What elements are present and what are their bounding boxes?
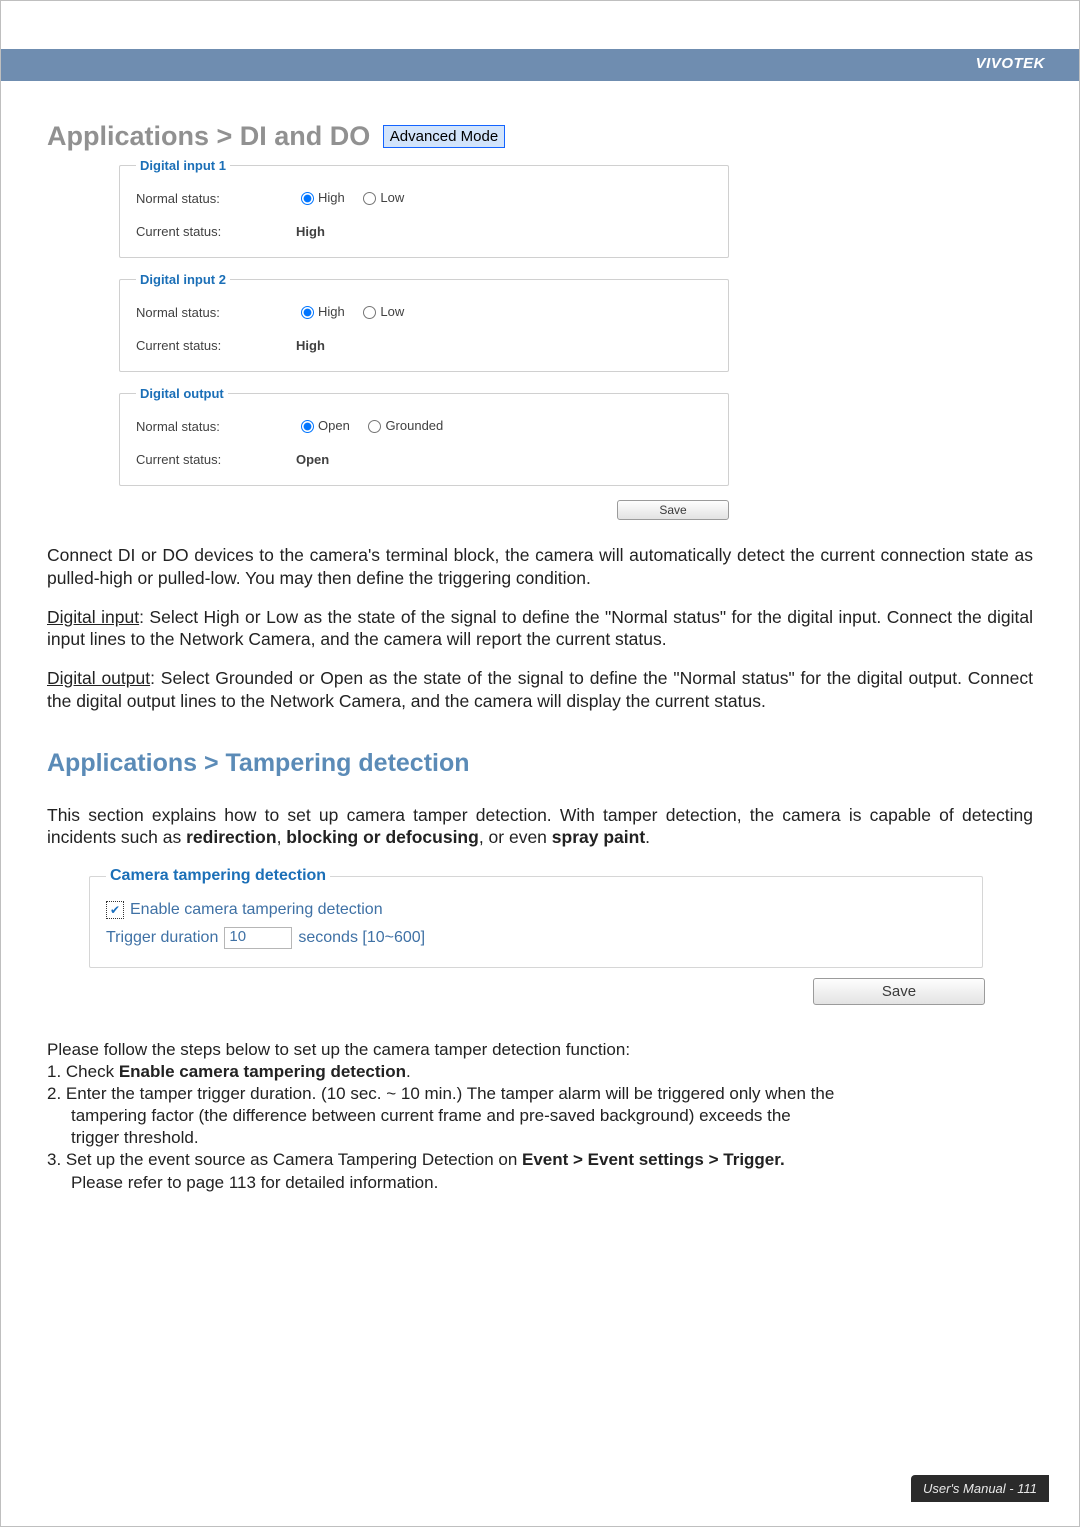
step2-line2: tampering factor (the difference between… xyxy=(47,1105,1033,1127)
step2-line1: 2. Enter the tamper trigger duration. (1… xyxy=(47,1083,1033,1105)
step3-a: 3. Set up the event source as Camera Tam… xyxy=(47,1150,522,1169)
step1-c: . xyxy=(406,1062,411,1081)
di2-legend: Digital input 2 xyxy=(136,272,230,287)
tamper-bold3: spray paint xyxy=(552,827,645,847)
enable-tamper-label: Enable camera tampering detection xyxy=(130,901,383,919)
di2-low-radio-input[interactable] xyxy=(363,306,376,319)
tamper-legend: Camera tampering detection xyxy=(106,867,330,885)
para-do: Digital output: Select Grounded or Open … xyxy=(47,667,1033,713)
para-di-text: : Select High or Low as the state of the… xyxy=(47,607,1033,650)
di1-high-label: High xyxy=(318,190,345,205)
tamper-fieldset: Camera tampering detection ✔ Enable came… xyxy=(89,867,983,968)
do-current-value: Open xyxy=(296,452,712,467)
do-current-label: Current status: xyxy=(136,452,296,467)
di2-normal-label: Normal status: xyxy=(136,305,296,320)
tamper-sep1: , xyxy=(277,827,287,847)
step3-b: Event > Event settings > Trigger. xyxy=(522,1150,785,1169)
trigger-duration-unit: seconds [10~600] xyxy=(298,929,425,947)
save-button-dido[interactable]: Save xyxy=(617,500,729,520)
digital-input-1: Digital input 1 Normal status: High Low … xyxy=(119,158,729,258)
step2-line3: trigger threshold. xyxy=(47,1127,1033,1149)
di2-high-label: High xyxy=(318,304,345,319)
step3: 3. Set up the event source as Camera Tam… xyxy=(47,1149,1033,1171)
do-legend: Digital output xyxy=(136,386,228,401)
do-grounded-radio[interactable]: Grounded xyxy=(363,417,443,433)
di2-high-radio[interactable]: High xyxy=(296,303,345,319)
di1-low-radio[interactable]: Low xyxy=(358,189,404,205)
trigger-duration-input[interactable]: 10 xyxy=(224,927,292,949)
di2-low-label: Low xyxy=(380,304,404,319)
do-open-radio[interactable]: Open xyxy=(296,417,350,433)
steps-block: Please follow the steps below to set up … xyxy=(47,1039,1033,1194)
di1-low-label: Low xyxy=(380,190,404,205)
step1: 1. Check Enable camera tampering detecti… xyxy=(47,1061,1033,1083)
di1-normal-label: Normal status: xyxy=(136,191,296,206)
tamper-intro: This section explains how to set up came… xyxy=(47,804,1033,850)
do-grounded-label: Grounded xyxy=(385,418,443,433)
brand-bar: VIVOTEK xyxy=(1,49,1079,81)
do-label-underline: Digital output xyxy=(47,668,150,688)
di2-high-radio-input[interactable] xyxy=(301,306,314,319)
para-di: Digital input: Select High or Low as the… xyxy=(47,606,1033,652)
digital-output: Digital output Normal status: Open Groun… xyxy=(119,386,729,486)
save-button-tamper[interactable]: Save xyxy=(813,978,985,1005)
di1-high-radio-input[interactable] xyxy=(301,192,314,205)
di1-legend: Digital input 1 xyxy=(136,158,230,173)
step3-line2: Please refer to page 113 for detailed in… xyxy=(47,1172,1033,1194)
di1-current-value: High xyxy=(296,224,712,239)
brand-name: VIVOTEK xyxy=(976,55,1045,72)
trigger-duration-label: Trigger duration xyxy=(106,929,218,947)
di1-current-label: Current status: xyxy=(136,224,296,239)
heading-tamper: Applications > Tampering detection xyxy=(47,749,1033,778)
di1-high-radio[interactable]: High xyxy=(296,189,345,205)
do-grounded-radio-input[interactable] xyxy=(368,420,381,433)
step1-a: 1. Check xyxy=(47,1062,119,1081)
steps-intro: Please follow the steps below to set up … xyxy=(47,1039,1033,1061)
di2-current-label: Current status: xyxy=(136,338,296,353)
step1-b: Enable camera tampering detection xyxy=(119,1062,406,1081)
tamper-sep2: , or even xyxy=(479,827,552,847)
tamper-bold2: blocking or defocusing xyxy=(286,827,479,847)
di2-current-value: High xyxy=(296,338,712,353)
do-open-radio-input[interactable] xyxy=(301,420,314,433)
tamper-bold1: redirection xyxy=(186,827,276,847)
enable-tamper-checkbox[interactable]: ✔ xyxy=(106,901,124,919)
di-label-underline: Digital input xyxy=(47,607,139,627)
digital-input-2: Digital input 2 Normal status: High Low … xyxy=(119,272,729,372)
di2-low-radio[interactable]: Low xyxy=(358,303,404,319)
di1-low-radio-input[interactable] xyxy=(363,192,376,205)
mode-badge: Advanced Mode xyxy=(383,125,505,148)
para-intro: Connect DI or DO devices to the camera's… xyxy=(47,544,1033,590)
para-do-text: : Select Grounded or Open as the state o… xyxy=(47,668,1033,711)
do-open-label: Open xyxy=(318,418,350,433)
tamper-end: . xyxy=(645,827,650,847)
footer-page: User's Manual - 111 xyxy=(911,1475,1049,1502)
do-normal-label: Normal status: xyxy=(136,419,296,434)
heading-dido: Applications > DI and DO xyxy=(47,121,370,152)
